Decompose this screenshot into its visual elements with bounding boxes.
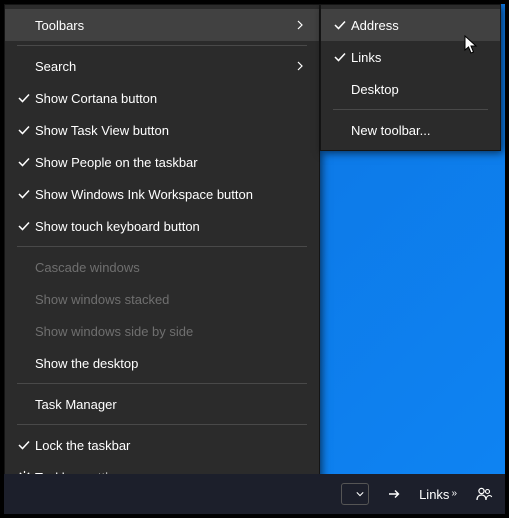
menu-label: Show Windows Ink Workspace button	[35, 187, 305, 202]
menu-label: Desktop	[351, 82, 486, 97]
address-dropdown-button[interactable]	[341, 483, 369, 505]
submenu-item-links[interactable]: Links	[321, 41, 500, 73]
check-icon	[13, 123, 35, 137]
taskbar[interactable]: Links »	[4, 474, 505, 514]
submenu-arrow-icon	[291, 20, 305, 30]
links-toolbar-label: Links	[419, 487, 449, 502]
chevron-down-icon	[356, 490, 364, 498]
check-icon	[13, 219, 35, 233]
check-icon	[13, 187, 35, 201]
check-icon	[329, 50, 351, 64]
menu-item-show-touch-keyboard[interactable]: Show touch keyboard button	[5, 210, 319, 242]
separator	[17, 383, 307, 384]
menu-item-show-ink[interactable]: Show Windows Ink Workspace button	[5, 178, 319, 210]
menu-item-show-people[interactable]: Show People on the taskbar	[5, 146, 319, 178]
people-button[interactable]	[469, 478, 499, 510]
address-toolbar-dropdown[interactable]	[335, 478, 375, 510]
separator	[17, 246, 307, 247]
menu-item-show-cortana[interactable]: Show Cortana button	[5, 82, 319, 114]
check-icon	[329, 18, 351, 32]
menu-item-task-manager[interactable]: Task Manager	[5, 388, 319, 420]
menu-item-lock-taskbar[interactable]: Lock the taskbar	[5, 429, 319, 461]
menu-item-show-taskview[interactable]: Show Task View button	[5, 114, 319, 146]
menu-label: Address	[351, 18, 486, 33]
menu-label: Toolbars	[35, 18, 291, 33]
menu-item-stacked: Show windows stacked	[5, 283, 319, 315]
separator	[17, 45, 307, 46]
submenu-item-new-toolbar[interactable]: New toolbar...	[321, 114, 500, 146]
arrow-right-icon	[387, 487, 401, 501]
toolbars-submenu: Address Links Desktop New toolbar...	[320, 4, 501, 151]
menu-label: Show windows stacked	[35, 292, 305, 307]
menu-label: Search	[35, 59, 291, 74]
separator	[333, 109, 488, 110]
submenu-item-address[interactable]: Address	[321, 9, 500, 41]
submenu-item-desktop[interactable]: Desktop	[321, 73, 500, 105]
menu-label: Show windows side by side	[35, 324, 305, 339]
double-chevron-icon: »	[451, 489, 457, 499]
check-icon	[13, 155, 35, 169]
people-icon	[475, 485, 493, 503]
menu-label: Cascade windows	[35, 260, 305, 275]
check-icon	[13, 438, 35, 452]
menu-label: Links	[351, 50, 486, 65]
check-icon	[13, 91, 35, 105]
menu-label: Show People on the taskbar	[35, 155, 305, 170]
taskbar-context-menu: Toolbars Search Show Cortana button Show…	[4, 4, 320, 488]
menu-label: Show Task View button	[35, 123, 305, 138]
menu-label: New toolbar...	[351, 123, 486, 138]
menu-item-side-by-side: Show windows side by side	[5, 315, 319, 347]
address-go-button[interactable]	[381, 478, 407, 510]
menu-item-search[interactable]: Search	[5, 50, 319, 82]
menu-label: Show the desktop	[35, 356, 305, 371]
links-toolbar[interactable]: Links »	[413, 478, 463, 510]
menu-item-show-desktop[interactable]: Show the desktop	[5, 347, 319, 379]
menu-label: Task Manager	[35, 397, 305, 412]
menu-item-toolbars[interactable]: Toolbars	[5, 9, 319, 41]
menu-label: Show Cortana button	[35, 91, 305, 106]
submenu-arrow-icon	[291, 61, 305, 71]
menu-item-cascade: Cascade windows	[5, 251, 319, 283]
separator	[17, 424, 307, 425]
menu-label: Show touch keyboard button	[35, 219, 305, 234]
menu-label: Lock the taskbar	[35, 438, 305, 453]
